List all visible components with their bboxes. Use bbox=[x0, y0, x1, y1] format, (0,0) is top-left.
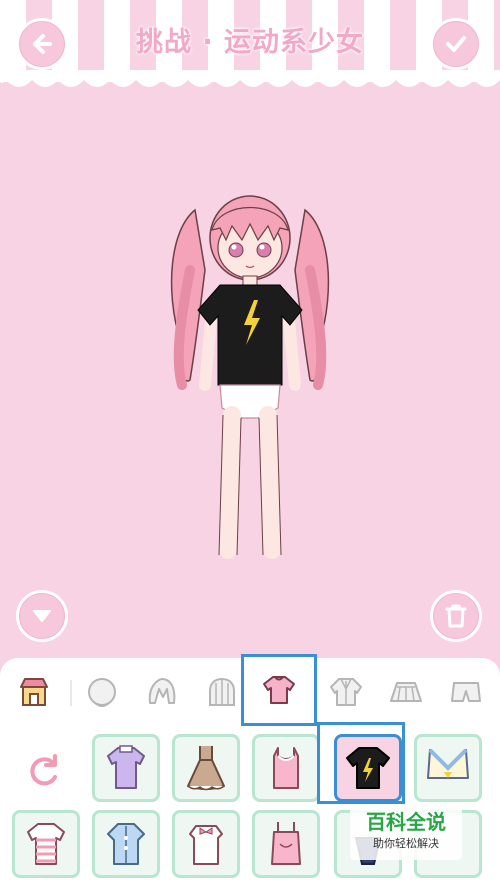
striped-tee-icon bbox=[27, 823, 65, 865]
arrow-left-icon bbox=[33, 34, 52, 54]
face-icon bbox=[88, 678, 116, 707]
item-striped-tee[interactable] bbox=[12, 810, 80, 878]
item-pink-tank-top[interactable] bbox=[252, 734, 320, 802]
tab-front-hair[interactable] bbox=[138, 668, 186, 716]
tab-divider bbox=[70, 680, 72, 706]
tab-shorts[interactable] bbox=[442, 668, 490, 716]
shorts-icon bbox=[451, 682, 481, 702]
tshirt-icon bbox=[263, 676, 295, 704]
collapse-button[interactable] bbox=[16, 590, 68, 642]
back-button[interactable] bbox=[16, 18, 68, 70]
jacket-icon bbox=[330, 678, 362, 706]
front-hair-icon bbox=[148, 678, 176, 704]
watermark-badge: 百科全说 助你轻松解决 bbox=[350, 808, 462, 860]
item-white-bow-top[interactable] bbox=[172, 810, 240, 878]
tab-tops[interactable] bbox=[241, 654, 317, 726]
trash-button[interactable] bbox=[430, 590, 482, 642]
selected-item-frame bbox=[317, 722, 405, 804]
watermark-main-text: 百科全说 bbox=[366, 810, 446, 834]
tab-shop[interactable] bbox=[10, 668, 58, 716]
skirt-icon bbox=[390, 682, 422, 702]
tab-face[interactable] bbox=[78, 668, 126, 716]
character-avatar bbox=[170, 195, 330, 559]
header-bar: 挑战 · 运动系少女 bbox=[0, 0, 500, 96]
sailor-top-icon bbox=[427, 748, 469, 779]
blue-blouse-icon bbox=[107, 823, 145, 865]
white-top-icon bbox=[189, 825, 223, 865]
tab-skirts[interactable] bbox=[382, 668, 430, 716]
tab-back-hair[interactable] bbox=[198, 668, 246, 716]
page-title: 挑战 · 运动系少女 bbox=[135, 27, 365, 58]
watermark-sub-text: 助你轻松解决 bbox=[373, 837, 439, 850]
item-sailor-crop-top[interactable] bbox=[414, 734, 482, 802]
header-scallop-edge bbox=[0, 70, 500, 87]
reset-icon bbox=[30, 754, 57, 786]
triangle-down-icon bbox=[33, 610, 51, 622]
item-brown-ruffle-dress[interactable] bbox=[172, 734, 240, 802]
confirm-button[interactable] bbox=[430, 18, 482, 70]
pink-tank-icon bbox=[273, 747, 299, 789]
pink-camisole-icon bbox=[271, 822, 301, 865]
checkmark-icon bbox=[446, 36, 466, 52]
item-pink-camisole[interactable] bbox=[252, 810, 320, 878]
item-blue-lace-blouse[interactable] bbox=[92, 810, 160, 878]
brown-dress-icon bbox=[187, 746, 225, 791]
category-tabs bbox=[0, 654, 500, 726]
reset-button[interactable] bbox=[20, 748, 68, 796]
tab-jackets[interactable] bbox=[322, 668, 370, 716]
item-lavender-tee[interactable] bbox=[92, 734, 160, 802]
trash-icon bbox=[445, 604, 467, 628]
lavender-tee-icon bbox=[107, 745, 145, 789]
shop-icon bbox=[20, 678, 48, 706]
back-hair-icon bbox=[209, 677, 235, 706]
